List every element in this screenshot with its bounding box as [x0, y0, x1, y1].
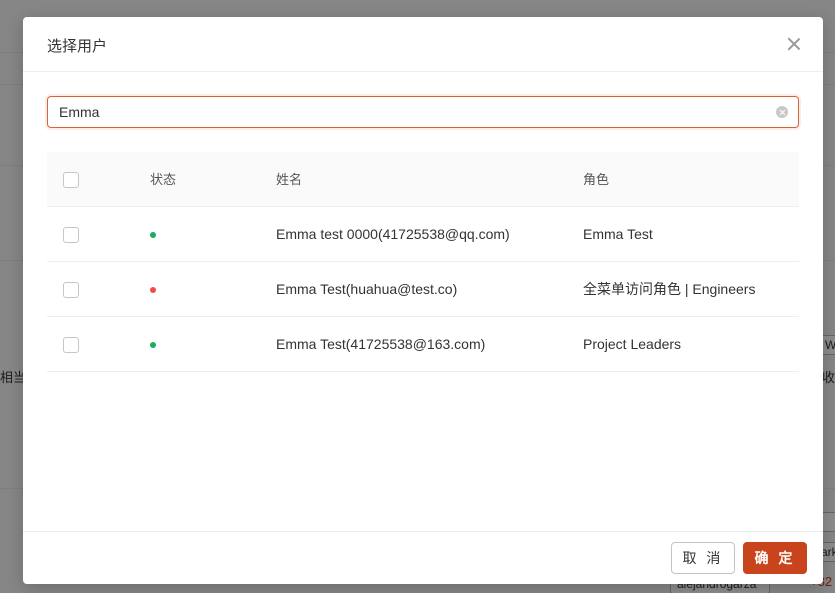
dialog-footer: 取 消 确 定: [23, 531, 823, 584]
user-role-cell: Emma Test: [583, 226, 653, 242]
user-name-cell: Emma Test(huahua@test.co): [276, 281, 458, 297]
table-header-row: 状态 姓名 角色: [47, 152, 799, 207]
table-row[interactable]: Emma Test(huahua@test.co) 全菜单访问角色 | Engi…: [47, 262, 799, 317]
column-header-status: 状态: [150, 172, 177, 187]
select-user-dialog: 选择用户 状态 姓名 角色 Emma test 0000(41725538@qq…: [23, 17, 823, 584]
row-checkbox[interactable]: [63, 337, 79, 353]
status-dot: [150, 232, 156, 238]
user-role-cell: Project Leaders: [583, 336, 682, 352]
confirm-button[interactable]: 确 定: [743, 542, 807, 574]
row-checkbox[interactable]: [63, 227, 79, 243]
cancel-button[interactable]: 取 消: [671, 542, 735, 574]
row-checkbox[interactable]: [63, 282, 79, 298]
user-name-cell: Emma test 0000(41725538@qq.com): [276, 226, 510, 242]
column-header-role: 角色: [583, 172, 610, 187]
clear-icon[interactable]: [776, 106, 788, 118]
column-header-name: 姓名: [276, 172, 303, 187]
dialog-title: 选择用户: [47, 38, 108, 55]
table-row[interactable]: Emma test 0000(41725538@qq.com) Emma Tes…: [47, 207, 799, 262]
user-role-cell: 全菜单访问角色 | Engineers: [583, 281, 756, 297]
table-row[interactable]: Emma Test(41725538@163.com) Project Lead…: [47, 317, 799, 372]
dialog-header: 选择用户: [23, 17, 823, 72]
user-name-cell: Emma Test(41725538@163.com): [276, 336, 486, 352]
search-input[interactable]: [48, 97, 798, 127]
search-box: [47, 96, 799, 128]
status-dot: [150, 287, 156, 293]
status-dot: [150, 342, 156, 348]
user-table: 状态 姓名 角色 Emma test 0000(41725538@qq.com)…: [47, 152, 799, 372]
close-icon[interactable]: [783, 33, 805, 55]
select-all-checkbox[interactable]: [63, 172, 79, 188]
